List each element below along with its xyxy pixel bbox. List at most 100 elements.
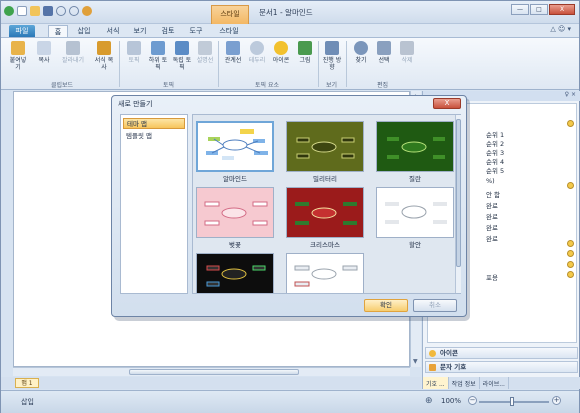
tab-review[interactable]: 검토: [157, 25, 179, 37]
sheet-tab-map1[interactable]: 맵 1: [15, 378, 39, 388]
delete-x-icon: [400, 41, 414, 55]
category-template-map[interactable]: 템플릿 맵: [123, 131, 185, 142]
gallery-scroll-thumb[interactable]: [456, 119, 461, 267]
tab-library[interactable]: 라이브...: [480, 377, 509, 389]
dialog-close-button[interactable]: X: [433, 98, 461, 109]
floating-topic-button[interactable]: 독립 토픽: [171, 41, 193, 71]
category-list: 테마 맵 템플릿 맵: [120, 114, 188, 294]
tab-style[interactable]: 스타일: [214, 25, 244, 37]
pin-icon[interactable]: [567, 182, 574, 189]
template-gallery: 알마인드 밀리터리 질란 벚꽃 크리스마스 할안: [192, 114, 461, 294]
zoom-out-button[interactable]: −: [468, 396, 477, 405]
template-almind[interactable]: 알마인드: [196, 121, 274, 187]
template-cherry-blossom[interactable]: 벚꽃: [196, 187, 274, 253]
paste-icon: [11, 41, 25, 55]
list-item[interactable]: 완료: [486, 233, 498, 243]
zoom-slider[interactable]: [479, 401, 549, 403]
tab-task-info[interactable]: 작업 정보: [449, 377, 480, 389]
panel-tabs: 기호 ... 작업 정보 라이브...: [423, 377, 580, 389]
list-item[interactable]: 포용: [486, 272, 498, 282]
window-controls: — □ X: [511, 4, 575, 15]
scissors-icon: [66, 41, 80, 55]
tab-symbols[interactable]: 기호 ...: [423, 377, 449, 389]
tab-tools[interactable]: 도구: [185, 25, 207, 37]
app-window: 스타일 문서1 - 알마인드 — □ X 파일 홈 삽입 서식 보기 검토 도구…: [0, 0, 580, 413]
list-item[interactable]: %): [486, 177, 495, 185]
context-tab-style[interactable]: 스타일: [211, 5, 249, 24]
horizontal-scrollbar[interactable]: [13, 367, 410, 376]
find-button[interactable]: 찾기: [350, 41, 372, 64]
mindmap-preview-graphic: [385, 202, 447, 224]
scroll-down-icon[interactable]: ▼: [413, 358, 418, 365]
group-separator: [119, 41, 120, 87]
paste-button[interactable]: 붙여넣기: [7, 41, 29, 71]
group-separator: [346, 41, 347, 87]
direction-button[interactable]: 진행 방향: [321, 41, 343, 71]
pin-icon[interactable]: [567, 261, 574, 268]
new-file-icon[interactable]: [17, 6, 27, 16]
template-jillan[interactable]: 질란: [376, 121, 454, 187]
list-item[interactable]: 완료: [486, 211, 498, 221]
ok-button[interactable]: 확인: [364, 299, 408, 312]
scroll-thumb[interactable]: [129, 369, 299, 375]
template-preview: [286, 187, 364, 238]
panel-section-symbols[interactable]: 문자 기호: [425, 361, 578, 373]
template-halan[interactable]: 할안: [376, 187, 454, 253]
zoom-in-button[interactable]: +: [552, 396, 561, 405]
help-icons[interactable]: △ ☺ ▾: [550, 25, 571, 33]
tab-format[interactable]: 서식: [102, 25, 124, 37]
open-folder-icon[interactable]: [30, 6, 40, 16]
pin-icon[interactable]: [567, 240, 574, 247]
redo-icon[interactable]: [69, 6, 79, 16]
tab-view[interactable]: 보기: [129, 25, 151, 37]
subtopic-button[interactable]: 하위 토픽: [147, 41, 169, 71]
template-dark[interactable]: [196, 253, 274, 293]
template-preview: [376, 187, 454, 238]
tab-insert[interactable]: 삽입: [73, 25, 95, 37]
minimize-button[interactable]: —: [511, 4, 529, 15]
pin-icon[interactable]: [567, 250, 574, 257]
list-item[interactable]: 안 함: [486, 189, 500, 199]
format-painter-button[interactable]: 서식 복사: [93, 41, 115, 71]
pin-icon[interactable]: [567, 120, 574, 127]
pin-icon[interactable]: [567, 271, 574, 278]
template-light[interactable]: [286, 253, 364, 293]
maximize-button[interactable]: □: [530, 4, 548, 15]
cut-button[interactable]: 잘라내기: [59, 41, 87, 64]
category-theme-map[interactable]: 테마 맵: [123, 118, 185, 129]
template-label: 벚꽃: [229, 241, 241, 249]
direction-icon: [325, 41, 339, 55]
cursor-icon: [377, 41, 391, 55]
group-clipboard: 클립보드: [51, 82, 74, 89]
select-button[interactable]: 선택: [373, 41, 395, 64]
mindmap-preview-graphic: [294, 265, 358, 287]
list-item[interactable]: 순위 5: [486, 165, 504, 175]
boundary-button[interactable]: 테두리: [246, 41, 268, 64]
cancel-button[interactable]: 취소: [413, 299, 457, 312]
copy-icon: [37, 41, 51, 55]
callout-button[interactable]: 설명선: [194, 41, 216, 64]
list-item[interactable]: 완료: [486, 200, 498, 210]
copy-button[interactable]: 복사: [33, 41, 55, 64]
customize-icon[interactable]: [82, 6, 92, 16]
template-military[interactable]: 밀리터리: [286, 121, 364, 187]
panel-section-icons[interactable]: 아이콘: [425, 347, 578, 359]
app-logo-icon[interactable]: [4, 6, 14, 16]
template-preview: [196, 121, 274, 172]
save-icon[interactable]: [43, 6, 53, 16]
topic-button[interactable]: 토픽: [123, 41, 145, 64]
list-item[interactable]: 완료: [486, 222, 498, 232]
gallery-scrollbar[interactable]: [455, 115, 461, 293]
zoom-slider-handle[interactable]: [510, 397, 514, 406]
icon-button[interactable]: 아이콘: [270, 41, 292, 64]
template-label: 할안: [409, 241, 421, 249]
tab-file[interactable]: 파일: [9, 25, 35, 37]
delete-button[interactable]: 삭제: [396, 41, 418, 64]
tab-home[interactable]: 홈: [48, 25, 68, 37]
undo-icon[interactable]: [56, 6, 66, 16]
template-christmas[interactable]: 크리스마스: [286, 187, 364, 253]
relationship-button[interactable]: 관계선: [222, 41, 244, 64]
close-button[interactable]: X: [549, 4, 575, 15]
zoom-fit-icon[interactable]: ⊕: [425, 396, 433, 406]
picture-button[interactable]: 그림: [294, 41, 316, 64]
